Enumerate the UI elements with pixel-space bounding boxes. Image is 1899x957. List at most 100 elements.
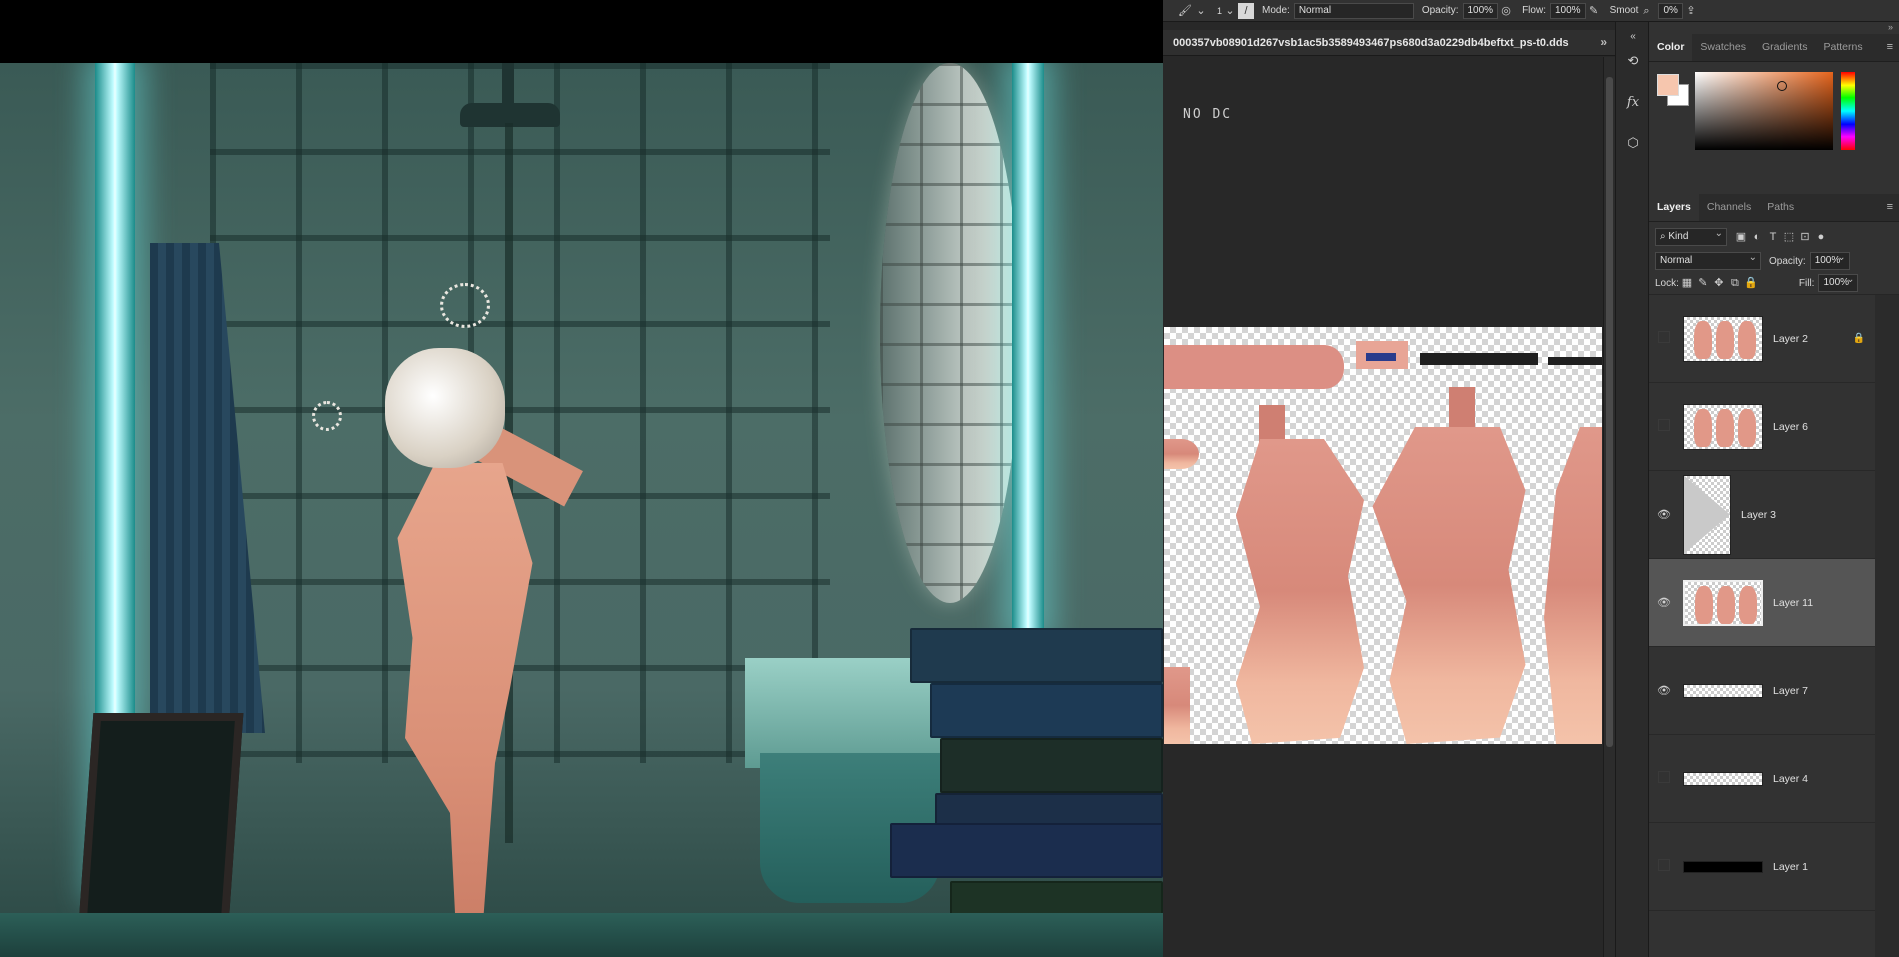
fill-input[interactable]: 100% [1818, 272, 1859, 292]
color-picker [1649, 62, 1899, 182]
panel-menu-icon[interactable]: ≡ [1887, 41, 1899, 61]
opacity-control: Opacity: 100% [1421, 2, 1499, 19]
layer-row[interactable]: 👁 Layer 7 [1649, 647, 1875, 735]
flow-input[interactable]: 100% [1549, 2, 1586, 19]
tab-channels[interactable]: Channels [1699, 201, 1759, 221]
layer-row[interactable]: Layer 2 🔒 [1649, 295, 1875, 383]
brush-settings-icon[interactable]: / [1238, 2, 1255, 19]
layer-row[interactable]: Layer 6 [1649, 383, 1875, 471]
filter-kind-select[interactable]: ⌕ Kind [1655, 226, 1727, 246]
chevron-right-icon[interactable]: » [1600, 35, 1607, 49]
tab-gradients[interactable]: Gradients [1754, 41, 1816, 61]
chevron-down-icon[interactable]: ⌄ [1222, 3, 1238, 19]
book [890, 823, 1163, 878]
filter-kind-value: Kind [1668, 231, 1689, 242]
panel-menu-icon[interactable]: ≡ [1887, 201, 1899, 221]
layer-name: Layer 3 [1741, 508, 1777, 521]
lock-artboard-icon[interactable]: ⧉ [1727, 275, 1743, 291]
chevron-down-icon[interactable]: ⌄ [1193, 3, 1209, 19]
image-filter-icon[interactable]: ▣ [1733, 229, 1749, 245]
filter-toggle-icon[interactable]: ● [1813, 229, 1829, 245]
texture-dark-strip [1420, 353, 1538, 365]
hue-slider[interactable] [1841, 72, 1855, 150]
cube-icon[interactable]: ⬡ [1624, 134, 1642, 152]
brush-icon[interactable]: 🖌 [1177, 3, 1193, 19]
smart-object-filter-icon[interactable]: ⊡ [1797, 229, 1813, 245]
opacity-label: Opacity: [1421, 5, 1459, 16]
layer-row-selected[interactable]: 👁 Layer 11 [1649, 559, 1875, 647]
layer-row[interactable]: Layer 1 [1649, 823, 1875, 911]
collapse-arrows-icon[interactable]: « [1624, 28, 1642, 46]
airbrush-icon[interactable]: ✎ [1586, 3, 1602, 19]
lock-all-icon[interactable]: 🔒 [1743, 275, 1759, 291]
mode-select[interactable]: Normal [1293, 2, 1414, 19]
color-panel-tabs: Color Swatches Gradients Patterns ≡ [1649, 32, 1899, 62]
tab-layers[interactable]: Layers [1649, 192, 1699, 221]
pressure-opacity-icon[interactable]: ◎ [1498, 3, 1514, 19]
bubble [440, 283, 490, 328]
lock-position-icon[interactable]: ✥ [1711, 275, 1727, 291]
layer-name: Layer 4 [1773, 772, 1809, 785]
layer-thumbnail [1683, 771, 1763, 786]
search-icon[interactable]: ⌕ [1638, 3, 1654, 19]
lock-pixels-icon[interactable]: ✎ [1695, 275, 1711, 291]
document-tab[interactable]: 000357vb08901d267vsb1ac5b3589493467ps680… [1163, 30, 1615, 56]
texture-fragment [1164, 439, 1199, 469]
visibility-toggle[interactable] [1653, 331, 1675, 346]
adjustment-filter-icon[interactable]: ◐ [1749, 229, 1765, 245]
shape-filter-icon[interactable]: ⬚ [1781, 229, 1797, 245]
layer-opacity-input[interactable]: 100% [1809, 250, 1850, 270]
texture-dark-strip [1548, 357, 1602, 365]
canvas-text: NO DC [1183, 107, 1233, 122]
lock-label: Lock: [1655, 277, 1679, 289]
eye-icon[interactable]: 👁 [1653, 684, 1675, 697]
visibility-toggle[interactable] [1653, 771, 1675, 786]
mode-label: Mode: [1262, 5, 1290, 16]
type-filter-icon[interactable]: T [1765, 229, 1781, 245]
foreground-swatch[interactable] [1657, 74, 1679, 96]
layer-row[interactable]: Layer 4 [1649, 735, 1875, 823]
texture-canvas[interactable] [1164, 327, 1602, 744]
book [940, 738, 1163, 793]
smoothing-label: Smoot [1609, 5, 1639, 16]
tab-paths[interactable]: Paths [1759, 201, 1802, 221]
canvas-background: NO DC [1163, 57, 1603, 957]
layer-list: Layer 2 🔒 Layer 6 👁 Layer 3 👁 Layer 11 👁… [1649, 294, 1899, 957]
color-panel: Color Swatches Gradients Patterns ≡ [1649, 32, 1899, 194]
document-area: 000357vb08901d267vsb1ac5b3589493467ps680… [1163, 22, 1615, 957]
layer-thumbnail [1683, 315, 1763, 362]
neon-light-right [1012, 63, 1044, 633]
color-field[interactable] [1695, 72, 1833, 150]
tab-patterns[interactable]: Patterns [1815, 41, 1870, 61]
blend-mode-select[interactable]: Normal [1655, 250, 1761, 270]
visibility-toggle[interactable] [1653, 419, 1675, 434]
tab-swatches[interactable]: Swatches [1692, 41, 1754, 61]
floor [0, 913, 1163, 957]
color-cursor[interactable] [1777, 81, 1787, 91]
visibility-toggle[interactable] [1653, 859, 1675, 874]
tab-color[interactable]: Color [1649, 32, 1693, 61]
options-bar: 🖌 ⌄ 1 ⌄ / Mode: Normal Opacity: 100% ◎ F… [1163, 0, 1899, 22]
layer-row[interactable]: 👁 Layer 3 [1649, 471, 1875, 559]
history-icon[interactable]: ⟲ [1624, 52, 1642, 70]
fx-icon[interactable]: fx [1624, 94, 1642, 112]
layer-thumbnail [1683, 579, 1763, 626]
vertical-scrollbar[interactable] [1603, 57, 1615, 957]
smoothing-input[interactable]: 0% [1658, 2, 1683, 19]
right-panels: » Color Swatches Gradients Patterns ≡ La… [1649, 22, 1899, 957]
layers-scrollbar[interactable] [1875, 295, 1899, 957]
lock-transparent-icon[interactable]: ▦ [1679, 275, 1695, 291]
texture-skin-band [1164, 345, 1344, 389]
oval-mirror [880, 63, 1020, 603]
layer-thumbnail [1683, 403, 1763, 450]
opacity-input[interactable]: 100% [1462, 2, 1499, 19]
mirror-reflection [880, 63, 1020, 603]
lock-icon: 🔒 [1852, 333, 1865, 344]
scrollbar-thumb[interactable] [1606, 77, 1613, 747]
layers-panel: Layers Channels Paths ≡ ⌕ Kind ▣ ◐ T ⬚ ⊡… [1649, 192, 1899, 957]
document-title: 000357vb08901d267vsb1ac5b3589493467ps680… [1173, 37, 1569, 49]
flow-control: Flow: 100% [1522, 2, 1586, 19]
share-icon[interactable]: ⇪ [1683, 3, 1699, 19]
eye-icon[interactable]: 👁 [1653, 508, 1675, 521]
eye-icon[interactable]: 👁 [1653, 596, 1675, 609]
